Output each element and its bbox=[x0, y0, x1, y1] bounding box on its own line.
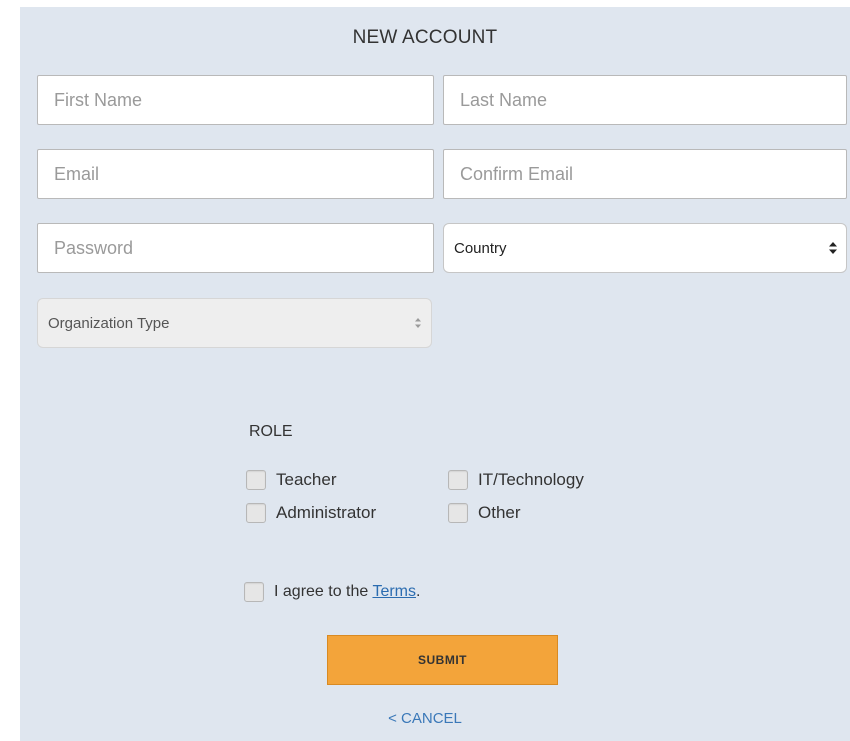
teacher-checkbox[interactable] bbox=[246, 470, 266, 490]
administrator-checkbox[interactable] bbox=[246, 503, 266, 523]
agree-suffix-text: . bbox=[416, 583, 421, 600]
cancel-link[interactable]: < CANCEL bbox=[0, 710, 850, 727]
confirm-email-field[interactable] bbox=[443, 149, 847, 199]
submit-button[interactable]: SUBMIT bbox=[327, 635, 558, 685]
terms-link[interactable]: Terms bbox=[372, 583, 416, 600]
agree-terms-label: I agree to the Terms. bbox=[274, 583, 420, 601]
role-heading: ROLE bbox=[249, 423, 293, 440]
role-option-label: Administrator bbox=[276, 503, 377, 522]
country-select-value: Country bbox=[454, 239, 507, 257]
agree-terms[interactable]: I agree to the Terms. bbox=[244, 582, 420, 602]
role-option-label: Other bbox=[478, 503, 521, 522]
chevron-up-down-icon bbox=[415, 318, 421, 328]
agree-terms-checkbox[interactable] bbox=[244, 582, 264, 602]
role-option-administrator[interactable]: Administrator bbox=[246, 503, 376, 523]
it-technology-checkbox[interactable] bbox=[448, 470, 468, 490]
role-option-other[interactable]: Other bbox=[448, 503, 521, 523]
organization-type-select[interactable]: Organization Type bbox=[37, 298, 432, 348]
page-title: NEW ACCOUNT bbox=[352, 27, 498, 48]
last-name-field[interactable] bbox=[443, 75, 847, 125]
organization-type-value: Organization Type bbox=[48, 314, 170, 332]
other-checkbox[interactable] bbox=[448, 503, 468, 523]
agree-prefix-text: I agree to the bbox=[274, 583, 373, 600]
role-option-label: Teacher bbox=[276, 470, 337, 489]
role-option-label: IT/Technology bbox=[478, 470, 584, 489]
role-option-it-technology[interactable]: IT/Technology bbox=[448, 470, 584, 490]
password-field[interactable] bbox=[37, 223, 434, 273]
role-option-teacher[interactable]: Teacher bbox=[246, 470, 336, 490]
first-name-field[interactable] bbox=[37, 75, 434, 125]
chevron-up-down-icon bbox=[829, 242, 837, 254]
email-field[interactable] bbox=[37, 149, 434, 199]
country-select[interactable]: Country bbox=[443, 223, 847, 273]
